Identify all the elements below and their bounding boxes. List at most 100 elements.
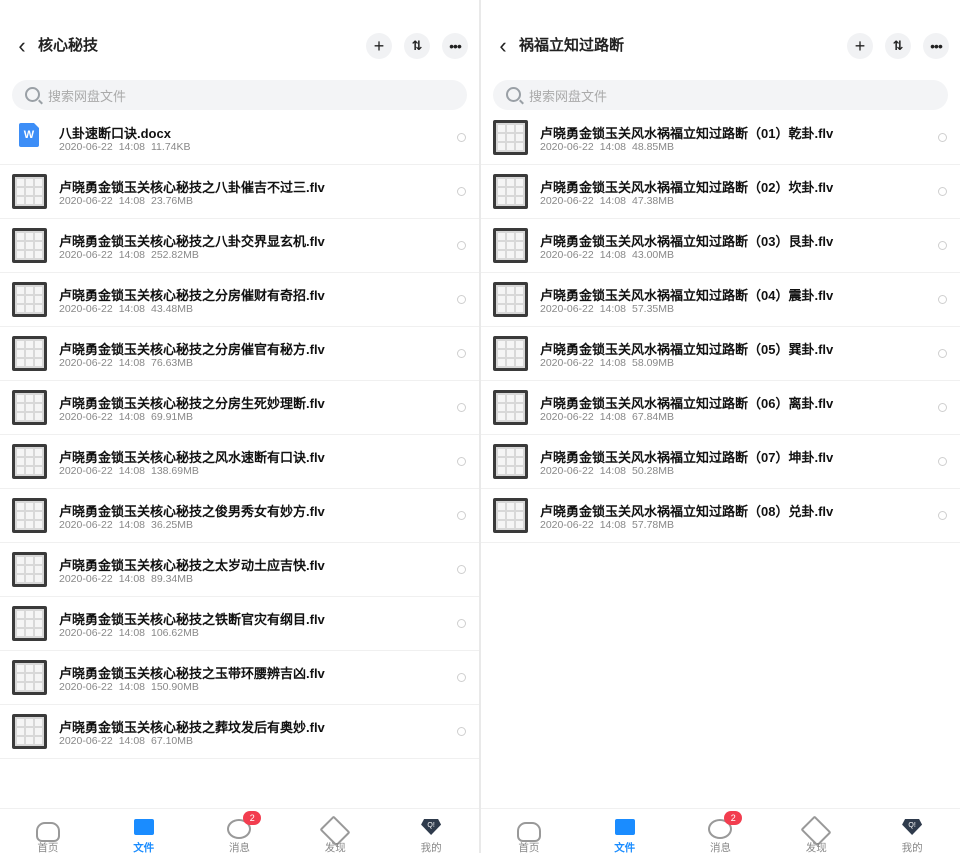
video-thumbnail — [493, 120, 528, 155]
file-row[interactable]: W 八卦速断口诀.docx 2020-06-22 14:08 11.74KB — [0, 111, 479, 165]
file-row[interactable]: 卢晓勇金锁玉关核心秘技之太岁动土应吉快.flv 2020-06-22 14:08 89… — [0, 543, 479, 597]
file-row[interactable]: 卢晓勇金锁玉关风水祸福立知过路断（06）离卦.flv 2020-06-22 14:0… — [481, 381, 960, 435]
file-row[interactable]: 卢晓勇金锁玉关核心秘技之玉带环腰辨吉凶.flv 2020-06-22 14:08 15… — [0, 651, 479, 705]
select-radio[interactable] — [457, 619, 466, 628]
select-radio[interactable] — [457, 457, 466, 466]
cloud-icon — [516, 822, 541, 842]
file-date: 2020-06-22 — [59, 627, 113, 639]
add-button[interactable]: + — [847, 33, 873, 59]
tab-mine[interactable]: Q! 我的 — [864, 809, 960, 853]
select-radio[interactable] — [457, 187, 466, 196]
tab-home[interactable]: 首页 — [481, 809, 577, 853]
profile-gem-icon: Q! — [421, 819, 442, 835]
file-row[interactable]: 卢晓勇金锁玉关风水祸福立知过路断（05）巽卦.flv 2020-06-22 14:0… — [481, 327, 960, 381]
add-button[interactable]: + — [366, 33, 392, 59]
video-thumbnail — [493, 174, 528, 209]
sort-button[interactable]: ⇅ — [885, 33, 911, 59]
file-name: 卢晓勇金锁玉关核心秘技之俊男秀女有妙方.flv — [59, 504, 325, 519]
select-radio[interactable] — [938, 511, 947, 520]
file-row[interactable]: 卢晓勇金锁玉关核心秘技之分房催官有秘方.flv 2020-06-22 14:08 76… — [0, 327, 479, 381]
tab-files[interactable]: 文件 — [96, 809, 192, 853]
file-row[interactable]: 卢晓勇金锁玉关核心秘技之分房生死妙理断.flv 2020-06-22 14:08 69… — [0, 381, 479, 435]
file-row[interactable]: 卢晓勇金锁玉关核心秘技之俊男秀女有妙方.flv 2020-06-22 14:08 36… — [0, 489, 479, 543]
file-time: 14:08 — [599, 357, 626, 369]
file-row[interactable]: 卢晓勇金锁玉关核心秘技之风水速断有口诀.flv 2020-06-22 14:08 13… — [0, 435, 479, 489]
file-time: 14:08 — [118, 141, 145, 153]
file-name: 卢晓勇金锁玉关风水祸福立知过路断（06）离卦.flv — [540, 396, 834, 411]
search-bar[interactable] — [493, 80, 948, 112]
select-radio[interactable] — [457, 511, 466, 520]
file-name: 卢晓勇金锁玉关核心秘技之铁断官灾有纲目.flv — [59, 612, 325, 627]
notification-badge: 2 — [243, 811, 262, 825]
tab-label: 首页 — [518, 842, 540, 853]
file-name: 卢晓勇金锁玉关核心秘技之玉带环腰辨吉凶.flv — [59, 666, 325, 681]
search-bar[interactable] — [12, 80, 467, 112]
file-meta: 2020-06-22 14:08 150.90MB — [59, 681, 205, 693]
file-time: 14:08 — [118, 357, 145, 369]
tab-mine[interactable]: Q! 我的 — [383, 809, 479, 853]
file-name: 卢晓勇金锁玉关核心秘技之分房生死妙理断.flv — [59, 396, 325, 411]
file-name: 卢晓勇金锁玉关风水祸福立知过路断（08）兑卦.flv — [540, 504, 834, 519]
select-radio[interactable] — [938, 187, 947, 196]
tab-messages[interactable]: 2 消息 — [673, 809, 769, 853]
file-meta: 2020-06-22 14:08 58.09MB — [540, 357, 680, 369]
file-time: 14:08 — [118, 627, 145, 639]
file-meta: 2020-06-22 14:08 57.78MB — [540, 519, 680, 531]
tab-files[interactable]: 文件 — [577, 809, 673, 853]
file-row[interactable]: 卢晓勇金锁玉关风水祸福立知过路断（01）乾卦.flv 2020-06-22 14:0… — [481, 111, 960, 165]
file-row[interactable]: 卢晓勇金锁玉关风水祸福立知过路断（04）震卦.flv 2020-06-22 14:0… — [481, 273, 960, 327]
select-radio[interactable] — [938, 457, 947, 466]
file-date: 2020-06-22 — [540, 357, 594, 369]
select-radio[interactable] — [457, 673, 466, 682]
select-radio[interactable] — [457, 565, 466, 574]
select-radio[interactable] — [938, 295, 947, 304]
back-arrow-icon[interactable]: ‹ — [491, 33, 515, 58]
file-row[interactable]: 卢晓勇金锁玉关风水祸福立知过路断（02）坎卦.flv 2020-06-22 14:0… — [481, 165, 960, 219]
file-date: 2020-06-22 — [540, 249, 594, 261]
file-row[interactable]: 卢晓勇金锁玉关风水祸福立知过路断（08）兑卦.flv 2020-06-22 14:0… — [481, 489, 960, 543]
more-button[interactable]: ••• — [442, 33, 468, 59]
select-radio[interactable] — [938, 241, 947, 250]
select-radio[interactable] — [457, 403, 466, 412]
tab-home[interactable]: 首页 — [0, 809, 96, 853]
select-radio[interactable] — [457, 727, 466, 736]
cloud-icon — [35, 822, 60, 842]
select-radio[interactable] — [457, 241, 466, 250]
back-arrow-icon[interactable]: ‹ — [10, 33, 34, 58]
tab-discover[interactable]: 发现 — [287, 809, 383, 853]
file-name: 八卦速断口诀.docx — [59, 126, 171, 141]
file-row[interactable]: 卢晓勇金锁玉关核心秘技之八卦交界显玄机.flv 2020-06-22 14:08 25… — [0, 219, 479, 273]
select-radio[interactable] — [938, 133, 947, 142]
video-thumbnail — [12, 552, 47, 587]
sort-button[interactable]: ⇅ — [404, 33, 430, 59]
file-row[interactable]: 卢晓勇金锁玉关核心秘技之分房催财有奇招.flv 2020-06-22 14:08 43… — [0, 273, 479, 327]
file-size: 47.38MB — [632, 195, 675, 207]
search-input[interactable] — [527, 80, 931, 112]
select-radio[interactable] — [938, 349, 947, 358]
video-thumbnail — [12, 660, 47, 695]
tab-bar: 首页 文件 2 消息 发现 Q! 我的 — [0, 808, 479, 853]
file-row[interactable]: 卢晓勇金锁玉关核心秘技之铁断官灾有纲目.flv 2020-06-22 14:08 10… — [0, 597, 479, 651]
file-time: 14:08 — [118, 519, 145, 531]
tab-messages[interactable]: 2 消息 — [192, 809, 288, 853]
select-radio[interactable] — [457, 295, 466, 304]
tab-label: 文件 — [614, 842, 636, 853]
file-row[interactable]: 卢晓勇金锁玉关核心秘技之八卦催吉不过三.flv 2020-06-22 14:08 23… — [0, 165, 479, 219]
file-name: 卢晓勇金锁玉关核心秘技之葬坟发后有奥妙.flv — [59, 720, 325, 735]
file-time: 14:08 — [118, 573, 145, 585]
file-row[interactable]: 卢晓勇金锁玉关核心秘技之葬坟发后有奥妙.flv 2020-06-22 14:08 67… — [0, 705, 479, 759]
file-time: 14:08 — [118, 735, 145, 747]
select-radio[interactable] — [457, 349, 466, 358]
file-size: 67.84MB — [632, 411, 675, 423]
select-radio[interactable] — [938, 403, 947, 412]
search-input[interactable] — [46, 80, 450, 112]
more-button[interactable]: ••• — [923, 33, 949, 59]
file-meta: 2020-06-22 14:08 43.48MB — [59, 303, 199, 315]
tab-discover[interactable]: 发现 — [768, 809, 864, 853]
file-meta: 2020-06-22 14:08 89.34MB — [59, 573, 199, 585]
file-row[interactable]: 卢晓勇金锁玉关风水祸福立知过路断（03）艮卦.flv 2020-06-22 14:0… — [481, 219, 960, 273]
sort-icon: ⇅ — [411, 38, 423, 53]
file-row[interactable]: 卢晓勇金锁玉关风水祸福立知过路断（07）坤卦.flv 2020-06-22 14:0… — [481, 435, 960, 489]
folder-icon — [133, 819, 154, 835]
select-radio[interactable] — [457, 133, 466, 142]
